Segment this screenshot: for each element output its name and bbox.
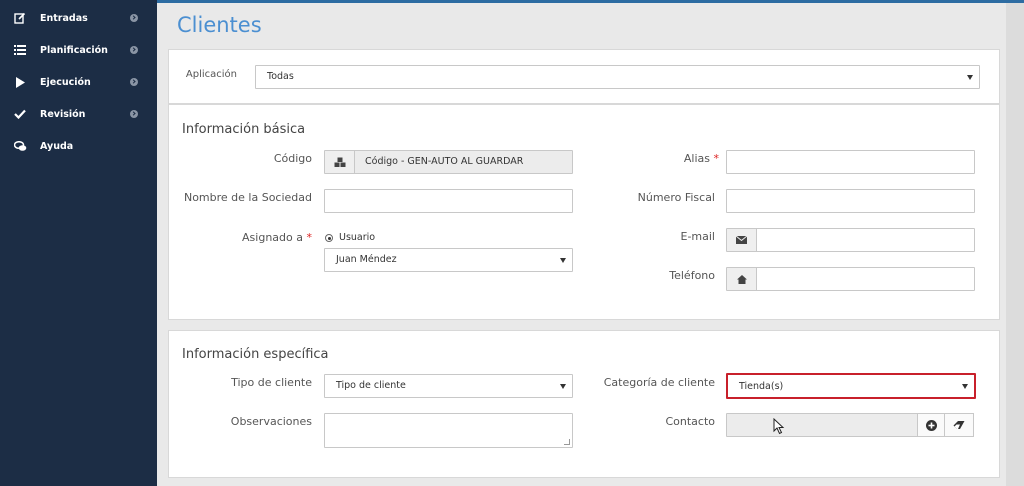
observaciones-label: Observaciones: [230, 415, 312, 428]
play-icon: [13, 75, 27, 89]
chevron-right-icon: [130, 14, 138, 22]
asignado-select[interactable]: Juan Méndez: [324, 248, 573, 272]
asignado-value: Juan Méndez: [336, 254, 397, 265]
contacto-field: [726, 413, 918, 437]
caret-down-icon: [962, 384, 968, 389]
required-mark: *: [306, 231, 313, 244]
check-icon: [13, 107, 27, 121]
sidebar-item-revision[interactable]: Revisión: [0, 99, 157, 129]
alias-label: Alias *: [683, 152, 719, 165]
asignado-label: Asignado a *: [242, 231, 313, 244]
sidebar-item-label: Ayuda: [40, 140, 74, 152]
erase-contacto-button[interactable]: [944, 413, 974, 437]
caret-down-icon: [560, 384, 566, 389]
tipo-label: Tipo de cliente: [231, 376, 312, 389]
codigo-label: Código: [273, 152, 312, 165]
home-icon: [727, 268, 757, 290]
eraser-icon: [953, 420, 965, 429]
chevron-right-icon: [130, 78, 138, 86]
sidebar-item-label: Entradas: [40, 12, 88, 24]
page-title: Clientes: [177, 13, 262, 37]
scrollbar-track[interactable]: [1006, 3, 1024, 486]
edit-icon: [13, 11, 27, 25]
aplicacion-select[interactable]: Todas: [255, 65, 980, 89]
fiscal-input[interactable]: [726, 189, 975, 213]
sidebar: Entradas Planificación Ejecución Revisió…: [0, 0, 157, 486]
alias-input[interactable]: [726, 150, 975, 174]
sidebar-item-ayuda[interactable]: Ayuda: [0, 131, 157, 161]
sidebar-item-entradas[interactable]: Entradas: [0, 3, 157, 33]
specific-info-title: Información específica: [182, 347, 329, 362]
mouse-cursor-icon: [773, 418, 785, 435]
resize-handle[interactable]: [564, 439, 570, 445]
list-icon: [13, 43, 27, 57]
add-contacto-button[interactable]: [917, 413, 945, 437]
aplicacion-panel: Aplicación Todas: [168, 49, 1000, 104]
cubes-icon: [325, 151, 355, 173]
sidebar-item-label: Ejecución: [40, 76, 91, 88]
sidebar-item-label: Planificación: [40, 44, 108, 56]
sidebar-item-label: Revisión: [40, 108, 86, 120]
caret-down-icon: [560, 258, 566, 263]
contacto-label: Contacto: [665, 415, 715, 428]
plus-circle-icon: [925, 419, 937, 431]
sociedad-label: Nombre de la Sociedad: [183, 191, 312, 204]
chevron-right-icon: [130, 46, 138, 54]
specific-info-panel: Información específica Tipo de cliente T…: [168, 330, 1000, 478]
basic-info-title: Información básica: [182, 122, 306, 137]
codigo-value: Código - GEN-AUTO AL GUARDAR: [365, 156, 524, 167]
sidebar-item-ejecucion[interactable]: Ejecución: [0, 67, 157, 97]
categoria-label: Categoría de cliente: [603, 376, 715, 389]
sociedad-input[interactable]: [324, 189, 573, 213]
basic-info-panel: Información básica Código Código - GEN-A…: [168, 104, 1000, 320]
tipo-value: Tipo de cliente: [336, 380, 406, 391]
chevron-right-icon: [130, 110, 138, 118]
aplicacion-label: Aplicación: [185, 69, 237, 80]
email-label: E-mail: [680, 230, 716, 243]
observaciones-textarea[interactable]: [324, 413, 573, 448]
usuario-radio[interactable]: [325, 234, 333, 242]
envelope-icon: [727, 229, 757, 251]
tipo-cliente-select[interactable]: Tipo de cliente: [324, 374, 573, 398]
codigo-field: Código - GEN-AUTO AL GUARDAR: [324, 150, 573, 174]
telefono-field[interactable]: [726, 267, 975, 291]
categoria-cliente-select[interactable]: Tienda(s): [726, 373, 976, 399]
usuario-radio-label: Usuario: [339, 232, 376, 243]
telefono-label: Teléfono: [669, 269, 715, 282]
categoria-value: Tienda(s): [739, 381, 784, 392]
chat-icon: [13, 139, 27, 153]
email-field[interactable]: [726, 228, 975, 252]
main-content: Clientes Aplicación Todas Información bá…: [157, 3, 1024, 486]
fiscal-label: Número Fiscal: [637, 191, 715, 204]
aplicacion-value: Todas: [267, 71, 294, 82]
caret-down-icon: [967, 75, 973, 80]
sidebar-item-planificacion[interactable]: Planificación: [0, 35, 157, 65]
